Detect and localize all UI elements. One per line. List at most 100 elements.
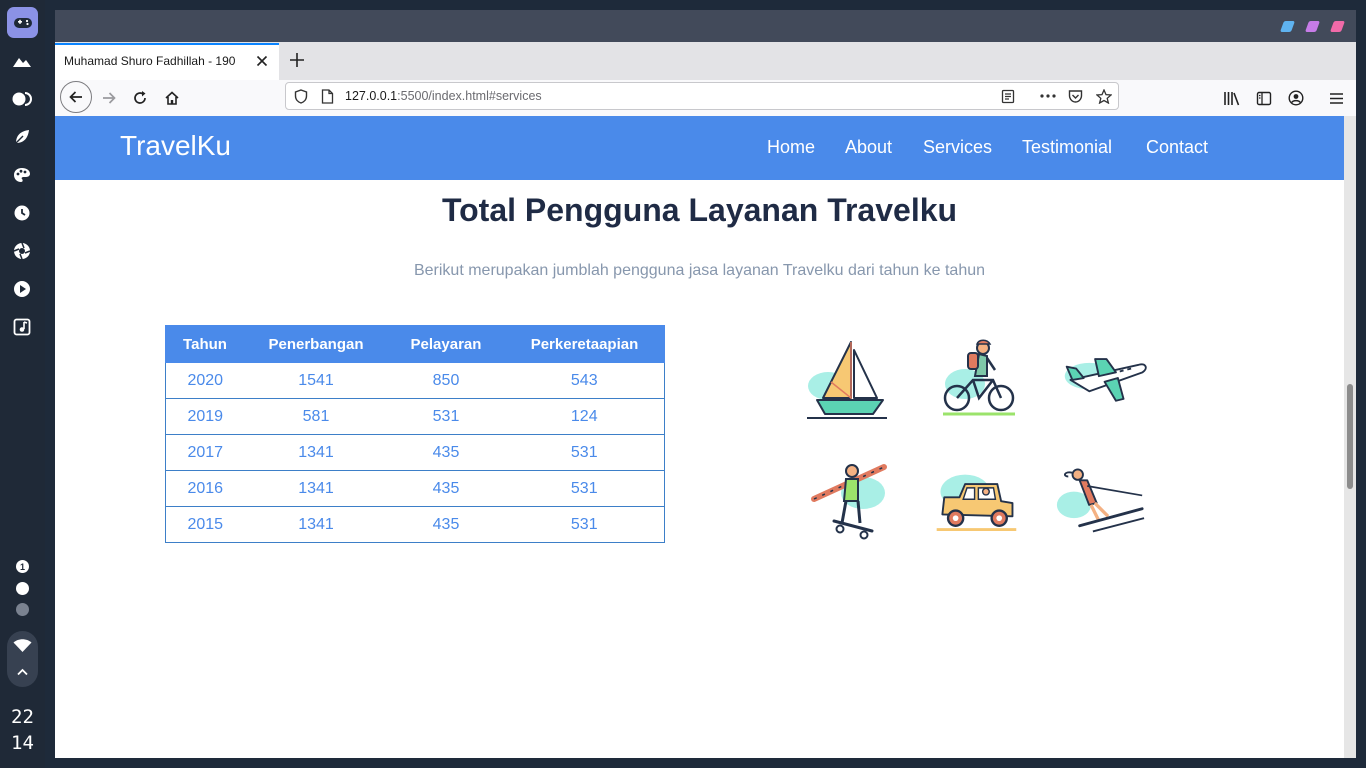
menu-button[interactable] [1325,87,1347,109]
close-icon[interactable] [254,53,270,69]
library-icon [1224,91,1240,105]
workspace-3-indicator[interactable] [16,603,29,616]
hamburger-icon [1329,92,1343,104]
sidebar-button[interactable] [1253,87,1275,109]
cell-tahun: 2016 [165,470,245,507]
cyclist-illustration [943,339,1015,416]
water-skier-illustration [1056,468,1145,533]
pocket-icon[interactable] [1068,89,1083,104]
active-tab[interactable]: Muhamad Shuro Fadhillah - 19090 [55,43,279,80]
account-button[interactable] [1285,87,1307,109]
cell-penerbangan: 1341 [244,506,388,543]
reader-view-icon[interactable] [1001,89,1015,104]
cell-penerbangan: 1341 [244,434,388,471]
table-row: 2015 1341 435 531 [165,506,665,543]
page-scrollbar[interactable] [1344,116,1356,758]
browser-window: Muhamad Shuro Fadhillah - 19090 127.0.0.… [55,10,1356,758]
library-button[interactable] [1221,87,1243,109]
maximize-button[interactable] [1304,21,1321,32]
table-row: 2020 1541 850 543 [165,362,665,399]
clock-minute: 14 [11,732,34,754]
reload-button[interactable] [129,87,151,109]
header-perkeretaapian: Perkeretaapian [504,325,665,363]
nav-services[interactable]: Services [923,137,992,158]
title-bar [55,10,1356,42]
cell-tahun: 2015 [165,506,245,543]
workspace-2-indicator[interactable] [16,582,29,595]
system-dock: 1 22 14 [0,0,45,768]
users-table: Tahun Penerbangan Pelayaran Perkeretaapi… [165,325,665,543]
nav-contact[interactable]: Contact [1146,137,1208,158]
home-button[interactable] [161,87,183,109]
reload-icon [134,91,146,104]
brand-logo[interactable]: TravelKu [120,130,231,162]
nav-toolbar: 127.0.0.1:5500/index.html#services [55,80,1356,117]
cell-pelayaran: 435 [387,506,505,543]
forward-button[interactable] [98,87,120,109]
star-icon[interactable] [1096,89,1112,104]
url-bar[interactable]: 127.0.0.1:5500/index.html#services [285,82,1119,110]
cell-tahun: 2020 [165,362,245,399]
airplane-illustration [1064,358,1147,402]
clock: 22 14 [0,704,45,756]
table-row: 2017 1341 435 531 [165,434,665,471]
arrow-right-icon [103,92,116,104]
gamepad-icon[interactable] [7,7,38,38]
music-icon[interactable] [10,315,34,339]
system-tray[interactable] [7,631,38,687]
chevron-up-icon [17,668,28,676]
cell-pelayaran: 435 [387,470,505,507]
header-pelayaran: Pelayaran [387,325,505,363]
more-actions-icon[interactable] [1040,94,1056,98]
toggle-icon[interactable] [10,87,34,111]
history-icon[interactable] [10,201,34,225]
leaf-icon[interactable] [10,125,34,149]
section-subtitle: Berikut merupakan jumblah pengguna jasa … [413,262,986,279]
nav-about[interactable]: About [845,137,892,158]
jeep-illustration [936,474,1017,531]
sailboat-illustration [807,341,887,419]
cell-pelayaran: 531 [387,398,505,435]
section-title: Total Pengguna Layanan Travelku [441,192,958,228]
minimize-button[interactable] [1279,21,1296,32]
aperture-icon[interactable] [10,239,34,263]
cell-penerbangan: 581 [244,398,388,435]
clock-hour: 22 [11,706,34,728]
page-icon [321,89,334,104]
play-icon[interactable] [10,277,34,301]
cell-perkeretaapian: 531 [504,434,665,471]
table-row: 2019 581 531 124 [165,398,665,435]
mountain-icon[interactable] [10,49,34,73]
cell-tahun: 2019 [165,398,245,435]
workspace-1-indicator[interactable]: 1 [16,560,29,573]
palette-icon[interactable] [10,163,34,187]
cell-penerbangan: 1341 [244,470,388,507]
travel-illustrations [803,336,1163,556]
url-path: :5500/index.html#services [397,89,542,103]
cell-perkeretaapian: 543 [504,362,665,399]
scrollbar-thumb[interactable] [1347,384,1353,489]
back-button[interactable] [60,81,92,113]
account-icon [1288,90,1304,106]
header-penerbangan: Penerbangan [244,325,388,363]
table-row: 2016 1341 435 531 [165,470,665,507]
nav-home[interactable]: Home [767,137,815,158]
cell-pelayaran: 435 [387,434,505,471]
shield-icon[interactable] [294,89,308,104]
plus-icon[interactable] [287,50,307,70]
sidebar-icon [1256,91,1272,105]
skateboarder-illustration [811,464,887,540]
arrow-left-icon [69,91,82,103]
nav-testimonial[interactable]: Testimonial [1022,137,1112,158]
cell-perkeretaapian: 531 [504,470,665,507]
cell-pelayaran: 850 [387,362,505,399]
tab-strip: Muhamad Shuro Fadhillah - 19090 [55,42,1356,80]
close-window-button[interactable] [1329,21,1346,32]
header-tahun: Tahun [165,325,245,363]
url-text[interactable]: 127.0.0.1:5500/index.html#services [345,89,542,103]
home-icon [165,91,179,105]
tab-title: Muhamad Shuro Fadhillah - 19090 [64,54,236,68]
cell-perkeretaapian: 531 [504,506,665,543]
url-host: 127.0.0.1 [345,89,398,103]
cell-perkeretaapian: 124 [504,398,665,435]
